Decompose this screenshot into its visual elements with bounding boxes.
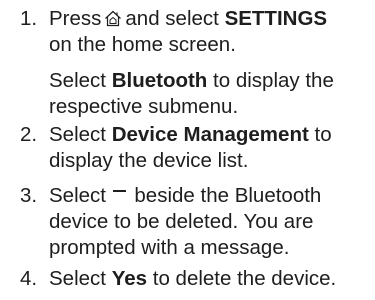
step-line: display the device list.: [49, 149, 249, 172]
step-text-segment: Press: [49, 7, 102, 30]
step-text-segment: to: [314, 123, 332, 146]
step-line: prompted with a message.: [49, 236, 290, 259]
step-line: Select beside the Bluetooth: [49, 183, 369, 209]
step-text-segment: Select: [49, 267, 106, 290]
step-text-segment: to delete the device.: [152, 267, 337, 290]
step-text-segment: Select: [49, 184, 106, 207]
yes-label: Yes: [111, 267, 148, 290]
home-icon: [104, 8, 122, 27]
step-text-segment: Select: [49, 69, 106, 92]
instruction-document: 1. Press and select SETTINGS on the home …: [0, 0, 375, 300]
step-number: 1.: [20, 7, 38, 30]
step-line: on the home screen.: [49, 33, 236, 56]
step-text-segment: beside the Bluetooth: [134, 184, 322, 207]
minus-icon: [112, 184, 127, 204]
step-line: device to be deleted. You are: [49, 210, 314, 233]
step-text: Select Device Management to display the …: [49, 122, 369, 174]
step-text: Select beside the Bluetooth device to be…: [49, 183, 369, 261]
step-line: Select Device Management to: [49, 122, 369, 148]
device-management-label: Device Management: [111, 123, 309, 146]
bluetooth-label: Bluetooth: [111, 69, 208, 92]
step-text-segment: and select: [125, 7, 219, 30]
step-line: Press and select SETTINGS: [49, 6, 369, 32]
step-text: Press and select SETTINGS on the home scr…: [49, 6, 369, 120]
step-line: respective submenu.: [49, 95, 239, 118]
step-number: 3.: [20, 184, 38, 207]
step-number: 2.: [20, 123, 38, 146]
step-number: 4.: [20, 267, 38, 290]
step-line: Select Yes to delete the device.: [49, 266, 369, 292]
step-line: Select Bluetooth to display the: [49, 68, 369, 94]
settings-label: SETTINGS: [224, 7, 328, 30]
step-text-segment: Select: [49, 123, 106, 146]
step-text: Select Yes to delete the device.: [49, 266, 369, 292]
step-text-segment: to display the: [213, 69, 334, 92]
